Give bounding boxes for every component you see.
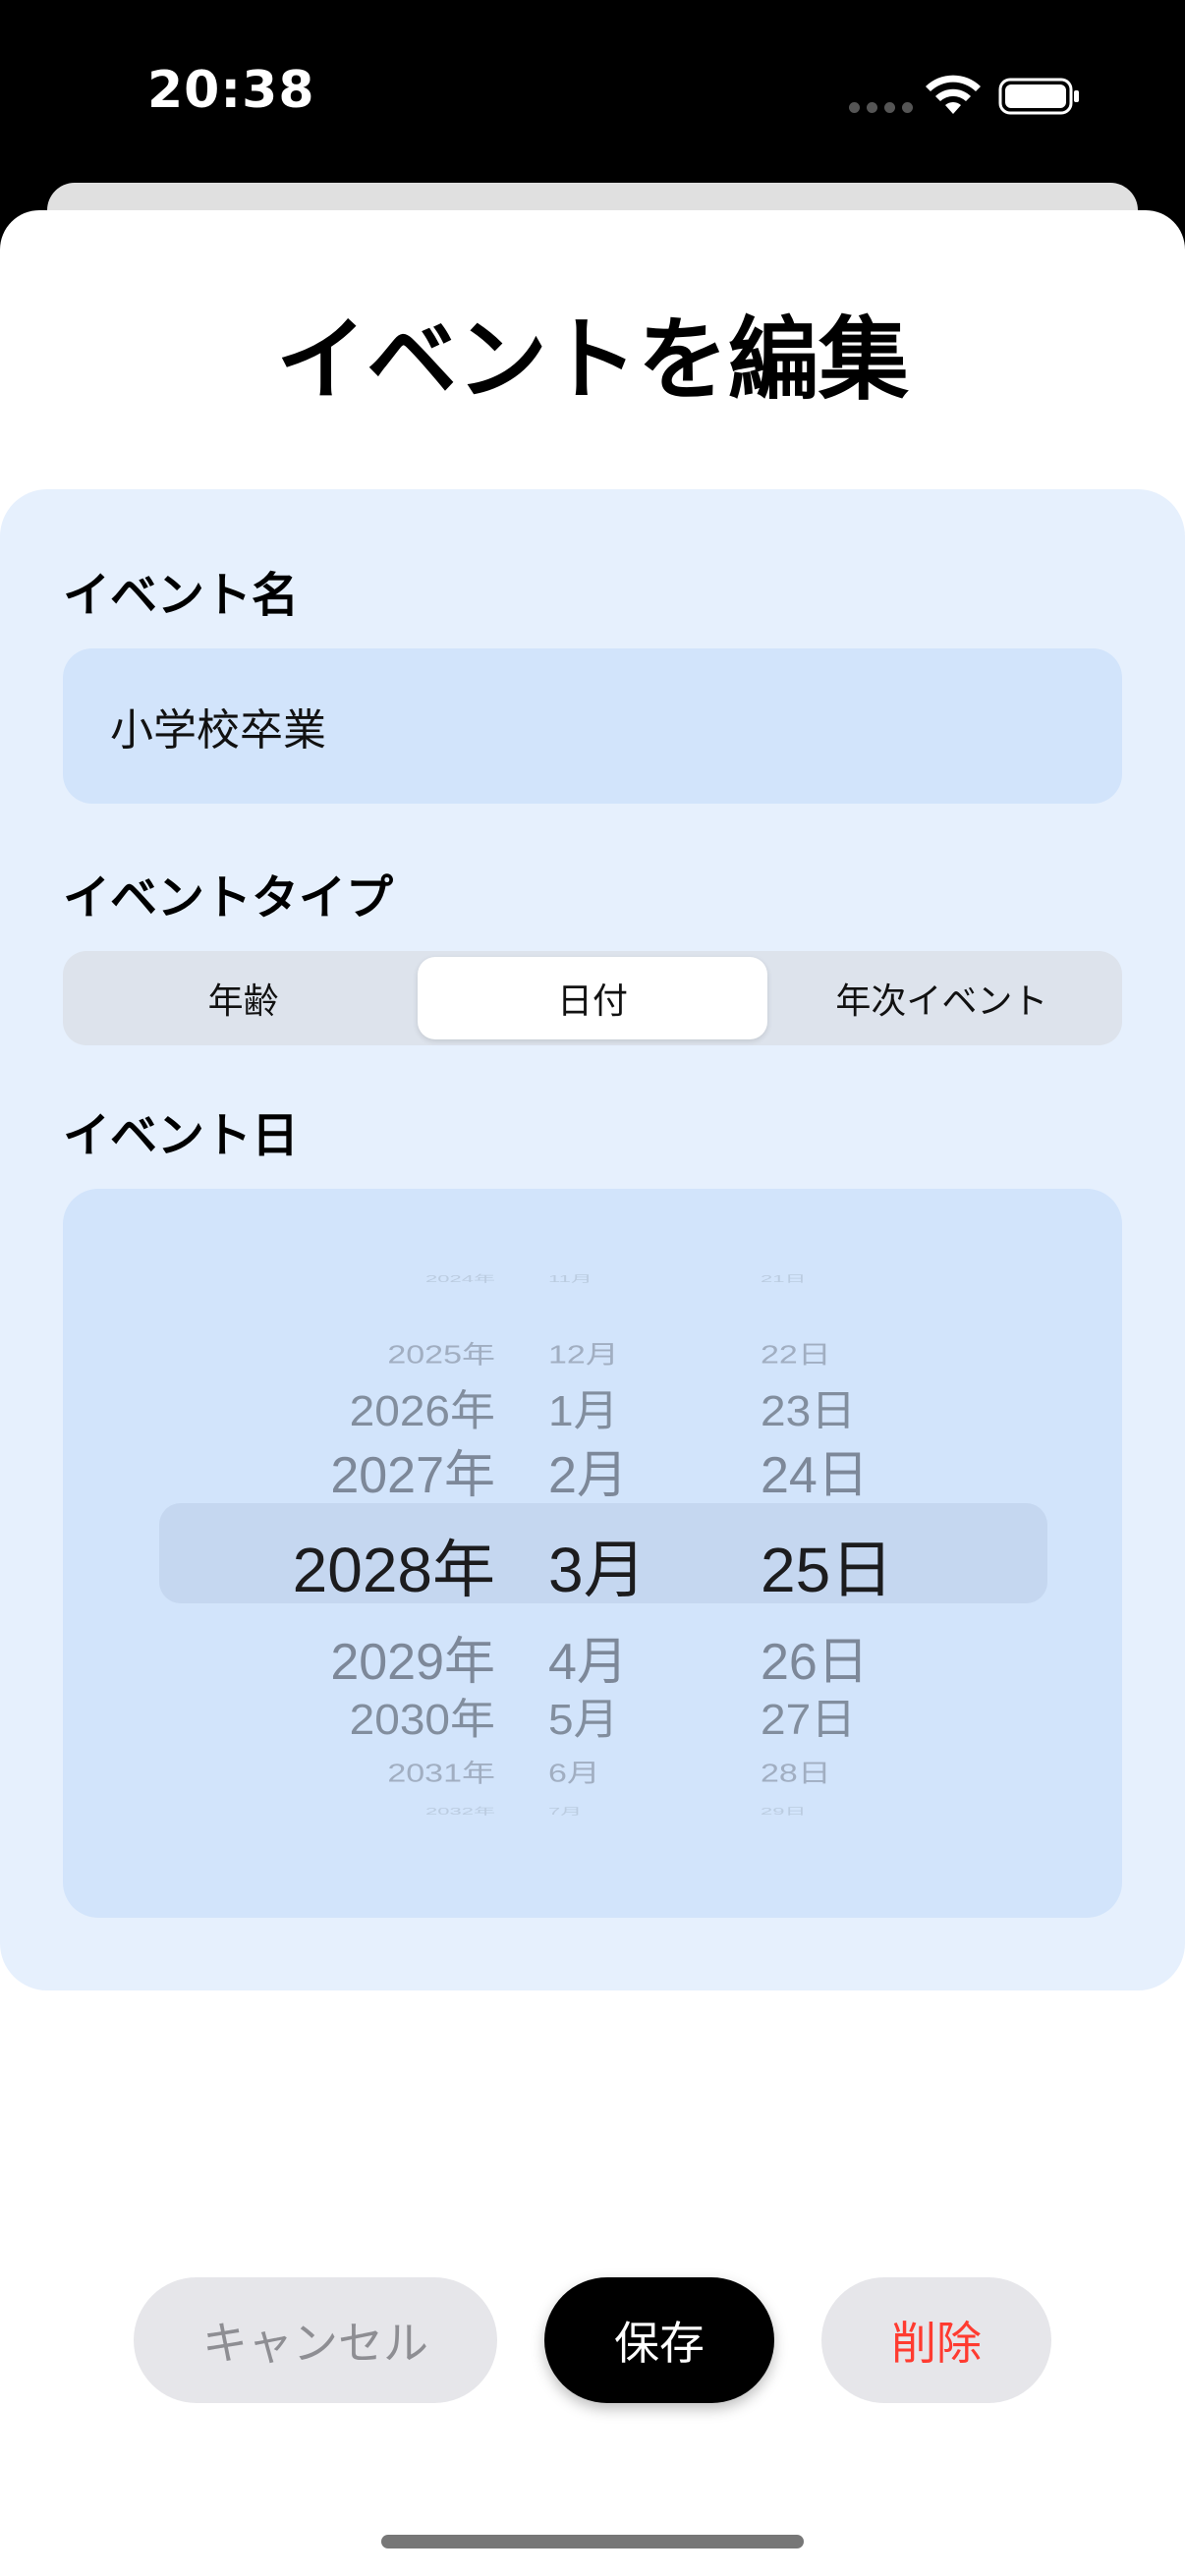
segment-age[interactable]: 年齢: [69, 957, 418, 1039]
day-option[interactable]: 26日: [761, 1620, 869, 1694]
battery-icon: [998, 78, 1079, 115]
wifi-icon: [926, 75, 981, 114]
day-option[interactable]: 22日: [761, 1334, 831, 1371]
day-option[interactable]: 21日: [761, 1271, 806, 1285]
selected-day-option[interactable]: 25日: [761, 1520, 893, 1610]
event-date-label: イベント日: [63, 1108, 300, 1163]
save-button[interactable]: 保存: [544, 2277, 774, 2403]
delete-button[interactable]: 削除: [821, 2277, 1051, 2403]
day-option[interactable]: 24日: [761, 1433, 869, 1507]
day-option[interactable]: 27日: [761, 1686, 856, 1748]
action-bar: キャンセル 保存 削除: [0, 2277, 1185, 2405]
event-name-value: 小学校卒業: [110, 705, 326, 756]
day-option[interactable]: 23日: [761, 1377, 856, 1439]
day-option[interactable]: 29日: [761, 1804, 806, 1818]
signal-dots-icon: [849, 102, 913, 113]
event-name-field[interactable]: 小学校卒業: [63, 648, 1122, 804]
segment-date[interactable]: 日付: [418, 957, 767, 1039]
day-option[interactable]: 28日: [761, 1753, 831, 1789]
date-picker-wheel[interactable]: 2024年 2025年 2026年 2027年 2028年 2029年 2030年 2031年…: [63, 1189, 1122, 1918]
day-wheel[interactable]: 21日 22日 23日 24日 25日 26日 27日 28日 29日: [63, 1189, 1122, 1918]
home-indicator: [381, 2535, 804, 2548]
page-title: イベントを編集: [275, 308, 909, 413]
segment-annual-event[interactable]: 年次イベント: [767, 957, 1116, 1039]
event-type-segmented-control[interactable]: 年齢 日付 年次イベント: [63, 951, 1122, 1045]
status-bar: 20:38: [0, 0, 1185, 187]
status-time: 20:38: [147, 61, 315, 120]
event-type-label: イベントタイプ: [63, 870, 394, 925]
event-name-label: イベント名: [63, 568, 300, 623]
cancel-button[interactable]: キャンセル: [134, 2277, 497, 2403]
